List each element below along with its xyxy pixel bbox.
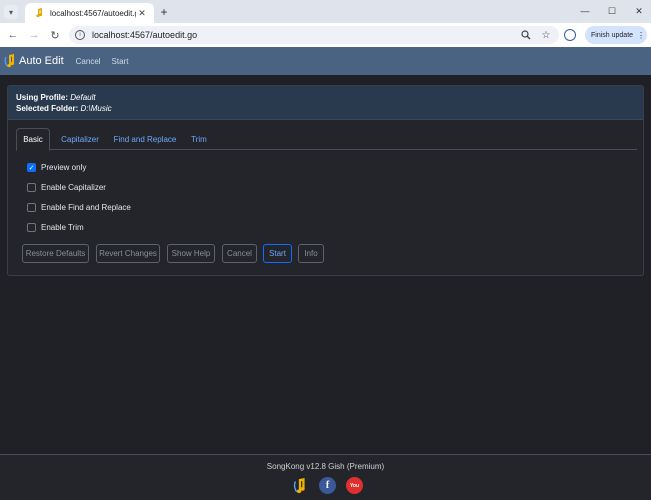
checkbox-checked-icon[interactable]: ✓ bbox=[27, 163, 36, 172]
start-button[interactable]: Start bbox=[263, 244, 292, 263]
show-help-button[interactable]: Show Help bbox=[167, 244, 215, 263]
youtube-icon[interactable]: You bbox=[346, 477, 363, 494]
checkbox-icon[interactable] bbox=[27, 183, 36, 192]
nav-start-link[interactable]: Start bbox=[112, 57, 129, 66]
minimize-icon[interactable]: — bbox=[575, 4, 595, 18]
settings-tabs: Basic Capitalizer Find and Replace Trim bbox=[16, 128, 637, 151]
option-label: Enable Capitalizer bbox=[41, 183, 106, 192]
url-text[interactable]: localhost:4567/autoedit.go bbox=[92, 30, 519, 40]
browser-toolbar: ← → ↻ i localhost:4567/autoedit.go ☆ Fin… bbox=[0, 23, 651, 47]
revert-changes-button[interactable]: Revert Changes bbox=[96, 244, 160, 263]
auto-edit-card: Using Profile: Default Selected Folder: … bbox=[7, 85, 644, 276]
brand[interactable]: Auto Edit bbox=[4, 54, 64, 68]
checkbox-icon[interactable] bbox=[27, 223, 36, 232]
folder-label: Selected Folder: bbox=[16, 104, 79, 113]
card-header: Using Profile: Default Selected Folder: … bbox=[8, 86, 643, 120]
tab-capitalizer[interactable]: Capitalizer bbox=[57, 128, 103, 150]
option-label: Preview only bbox=[41, 163, 87, 172]
songkong-logo-icon bbox=[4, 54, 15, 68]
songkong-favicon-icon bbox=[34, 8, 44, 18]
brand-name: Auto Edit bbox=[19, 55, 64, 67]
songkong-logo-icon[interactable] bbox=[291, 477, 308, 494]
tab-basic[interactable]: Basic bbox=[16, 128, 50, 151]
version-text: SongKong v12.8 Gish (Premium) bbox=[266, 462, 385, 471]
reload-icon[interactable]: ↻ bbox=[47, 27, 63, 43]
option-enable-find-and-replace[interactable]: Enable Find and Replace bbox=[27, 203, 131, 212]
bookmark-star-icon[interactable]: ☆ bbox=[539, 28, 553, 42]
new-tab-button[interactable]: + bbox=[156, 5, 172, 19]
option-enable-capitalizer[interactable]: Enable Capitalizer bbox=[27, 183, 106, 192]
menu-dots-icon: ⋮ bbox=[637, 30, 646, 40]
tab-trim[interactable]: Trim bbox=[186, 128, 212, 150]
tab-close-icon[interactable]: ✕ bbox=[136, 7, 148, 19]
checkbox-icon[interactable] bbox=[27, 203, 36, 212]
profile-value: Default bbox=[70, 93, 96, 102]
profile-avatar-icon[interactable] bbox=[564, 29, 576, 41]
app-navbar: Auto Edit Cancel Start bbox=[0, 47, 651, 75]
forward-icon[interactable]: → bbox=[26, 27, 42, 43]
footer: SongKong v12.8 Gish (Premium) f You bbox=[0, 454, 651, 500]
finish-update-label: Finish update bbox=[591, 31, 634, 39]
finish-update-button[interactable]: Finish update ⋮ bbox=[585, 26, 647, 44]
info-button[interactable]: Info bbox=[298, 244, 324, 263]
site-info-icon[interactable]: i bbox=[75, 30, 85, 40]
browser-tabstrip: ▾ localhost:4567/autoedit.go ✕ + — ☐ ✕ bbox=[0, 0, 651, 23]
zoom-icon[interactable] bbox=[519, 28, 533, 42]
option-preview-only[interactable]: ✓ Preview only bbox=[27, 163, 86, 172]
nav-cancel-link[interactable]: Cancel bbox=[76, 57, 101, 66]
restore-defaults-button[interactable]: Restore Defaults bbox=[22, 244, 89, 263]
maximize-icon[interactable]: ☐ bbox=[602, 4, 622, 18]
facebook-icon[interactable]: f bbox=[319, 477, 336, 494]
tab-search-icon[interactable]: ▾ bbox=[4, 5, 18, 19]
browser-tab[interactable]: localhost:4567/autoedit.go ✕ bbox=[25, 3, 154, 23]
option-label: Enable Find and Replace bbox=[41, 203, 131, 212]
tab-find-and-replace[interactable]: Find and Replace bbox=[112, 128, 178, 150]
option-label: Enable Trim bbox=[41, 223, 84, 232]
folder-value: D:\Music bbox=[80, 104, 112, 113]
tab-title: localhost:4567/autoedit.go bbox=[50, 8, 136, 18]
cancel-button[interactable]: Cancel bbox=[222, 244, 257, 263]
window-close-icon[interactable]: ✕ bbox=[629, 4, 649, 18]
option-enable-trim[interactable]: Enable Trim bbox=[27, 223, 84, 232]
profile-label: Using Profile: bbox=[16, 93, 69, 102]
address-bar[interactable]: i localhost:4567/autoedit.go ☆ bbox=[69, 26, 559, 44]
back-icon[interactable]: ← bbox=[5, 27, 21, 43]
